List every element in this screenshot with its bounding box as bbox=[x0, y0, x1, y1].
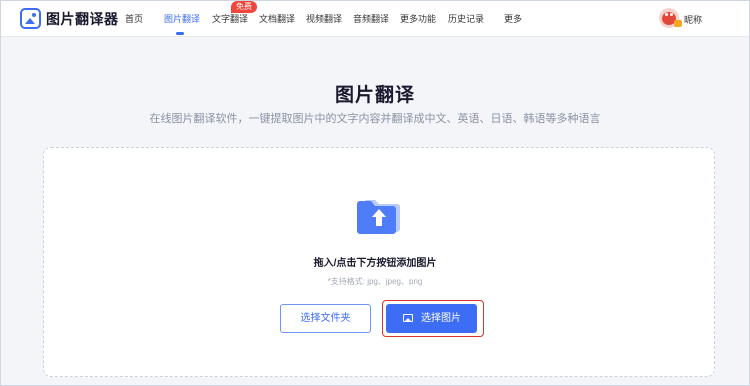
nav-video-translate[interactable]: 视频翻译 bbox=[306, 12, 342, 25]
page-subtitle: 在线图片翻译软件，一键提取图片中的文字内容并翻译成中文、英语、日语、韩语等多种语… bbox=[149, 113, 601, 125]
vip-crown-icon bbox=[674, 20, 682, 27]
drop-instruction: 拖入/点击下方按钮添加图片 bbox=[313, 258, 437, 269]
nav-audio-translate[interactable]: 音频翻译 bbox=[353, 12, 389, 25]
app-name[interactable]: 图片翻译器 bbox=[46, 9, 119, 29]
page-title: 图片翻译 bbox=[334, 85, 415, 106]
nav-more-features[interactable]: 更多功能 bbox=[400, 12, 436, 25]
image-icon bbox=[403, 314, 413, 322]
select-image-button[interactable]: 选择图片 bbox=[386, 304, 477, 333]
folder-upload-icon[interactable] bbox=[355, 196, 403, 236]
free-badge: 免费 bbox=[231, 1, 257, 13]
nav-more[interactable]: 更多 bbox=[504, 12, 522, 25]
supported-formats-hint: *支持格式: jpg、jpeg、png bbox=[327, 277, 423, 286]
app-logo-icon[interactable] bbox=[20, 8, 41, 29]
username[interactable]: 昵称 bbox=[684, 13, 702, 26]
nav-history[interactable]: 历史记录 bbox=[448, 12, 484, 25]
nav-image-translate[interactable]: 图片翻译 bbox=[164, 12, 200, 25]
nav-document-translate[interactable]: 文档翻译 bbox=[259, 12, 295, 25]
select-folder-button[interactable]: 选择文件夹 bbox=[280, 304, 371, 333]
top-header: 图片翻译器 首页 图片翻译 文字翻译 文档翻译 视频翻译 音频翻译 更多功能 历… bbox=[0, 0, 750, 37]
nav-home[interactable]: 首页 bbox=[125, 12, 143, 25]
select-image-label: 选择图片 bbox=[421, 313, 461, 324]
nav-text-translate[interactable]: 文字翻译 bbox=[212, 12, 248, 25]
active-nav-indicator bbox=[176, 32, 184, 35]
